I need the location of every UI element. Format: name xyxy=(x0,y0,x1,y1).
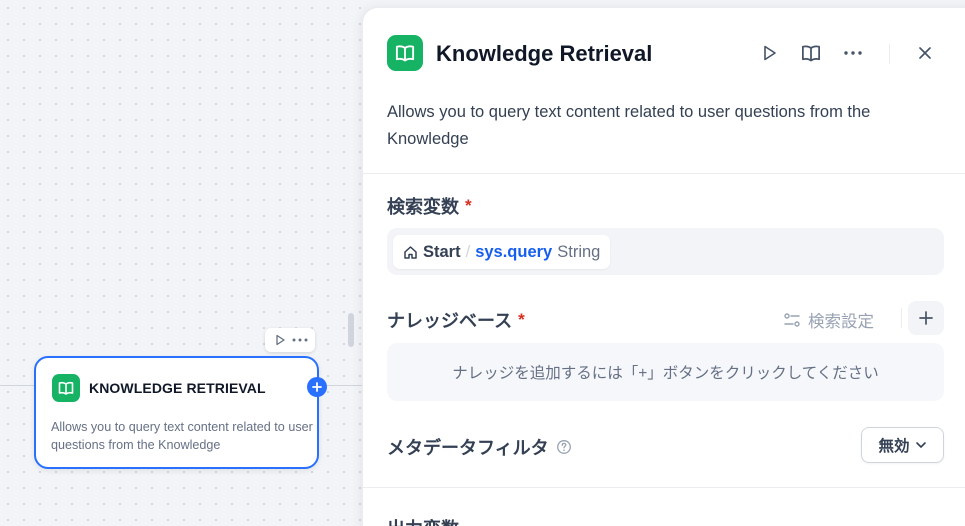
book-icon xyxy=(387,35,423,71)
section-divider xyxy=(363,487,965,488)
node-settings-panel: Knowledge Retrieval Allows you to query … xyxy=(362,7,965,526)
more-icon[interactable] xyxy=(291,331,309,349)
panel-resize-handle[interactable] xyxy=(348,313,354,347)
query-variable-label-text: 検索変数 xyxy=(387,197,459,217)
retrieval-settings-label: 検索設定 xyxy=(808,313,874,331)
variable-name: sys.query xyxy=(475,242,553,261)
help-circle-icon[interactable] xyxy=(556,439,572,455)
knowledge-label-text: ナレッジベース xyxy=(387,311,513,331)
knowledge-label: ナレッジベース * xyxy=(387,307,525,333)
add-knowledge-button[interactable] xyxy=(908,301,944,335)
panel-description[interactable]: Allows you to query text content related… xyxy=(387,99,947,153)
settings-sliders-icon xyxy=(783,312,801,328)
metadata-filter-value: 無効 xyxy=(878,438,910,455)
variable-separator: / xyxy=(465,242,471,261)
knowledge-empty-state: ナレッジを追加するには「+」ボタンをクリックしてください xyxy=(387,343,944,401)
node-toolbar xyxy=(265,328,315,352)
required-mark: * xyxy=(518,310,525,329)
node-title: KNOWLEDGE RETRIEVAL xyxy=(89,380,266,396)
variable-node-name: Start xyxy=(423,242,461,261)
incoming-edge xyxy=(0,385,34,386)
outgoing-edge xyxy=(327,385,362,386)
metadata-filter-label-text: メタデータフィルタ xyxy=(387,438,549,458)
section-divider xyxy=(363,173,965,174)
toolbar-divider xyxy=(901,308,902,328)
home-icon xyxy=(403,245,418,260)
add-next-node-button[interactable] xyxy=(307,377,327,397)
variable-type: String xyxy=(557,242,601,261)
metadata-filter-select[interactable]: 無効 xyxy=(861,427,944,463)
close-button[interactable] xyxy=(913,41,937,65)
node-description: Allows you to query text content related… xyxy=(51,420,313,452)
required-mark: * xyxy=(465,196,472,215)
run-node-button[interactable] xyxy=(757,41,781,65)
metadata-filter-label: メタデータフィルタ xyxy=(387,434,572,460)
play-icon[interactable] xyxy=(271,331,289,349)
query-variable-selector[interactable]: Start / sys.query String xyxy=(387,228,944,275)
query-variable-label: 検索変数 * xyxy=(387,193,472,219)
more-options-button[interactable] xyxy=(841,41,865,65)
output-variables-label[interactable]: 出力変数 xyxy=(387,515,459,526)
variable-pill[interactable]: Start / sys.query String xyxy=(393,235,611,269)
chevron-down-icon xyxy=(915,441,927,449)
retrieval-settings-button[interactable]: 検索設定 xyxy=(783,308,874,332)
header-divider xyxy=(889,44,890,64)
knowledge-retrieval-node[interactable]: KNOWLEDGE RETRIEVAL Allows you to query … xyxy=(34,356,319,469)
help-docs-button[interactable] xyxy=(799,41,823,65)
panel-title[interactable]: Knowledge Retrieval xyxy=(436,41,652,67)
book-icon xyxy=(52,374,80,402)
output-variables-label-text: 出力変数 xyxy=(387,515,459,526)
